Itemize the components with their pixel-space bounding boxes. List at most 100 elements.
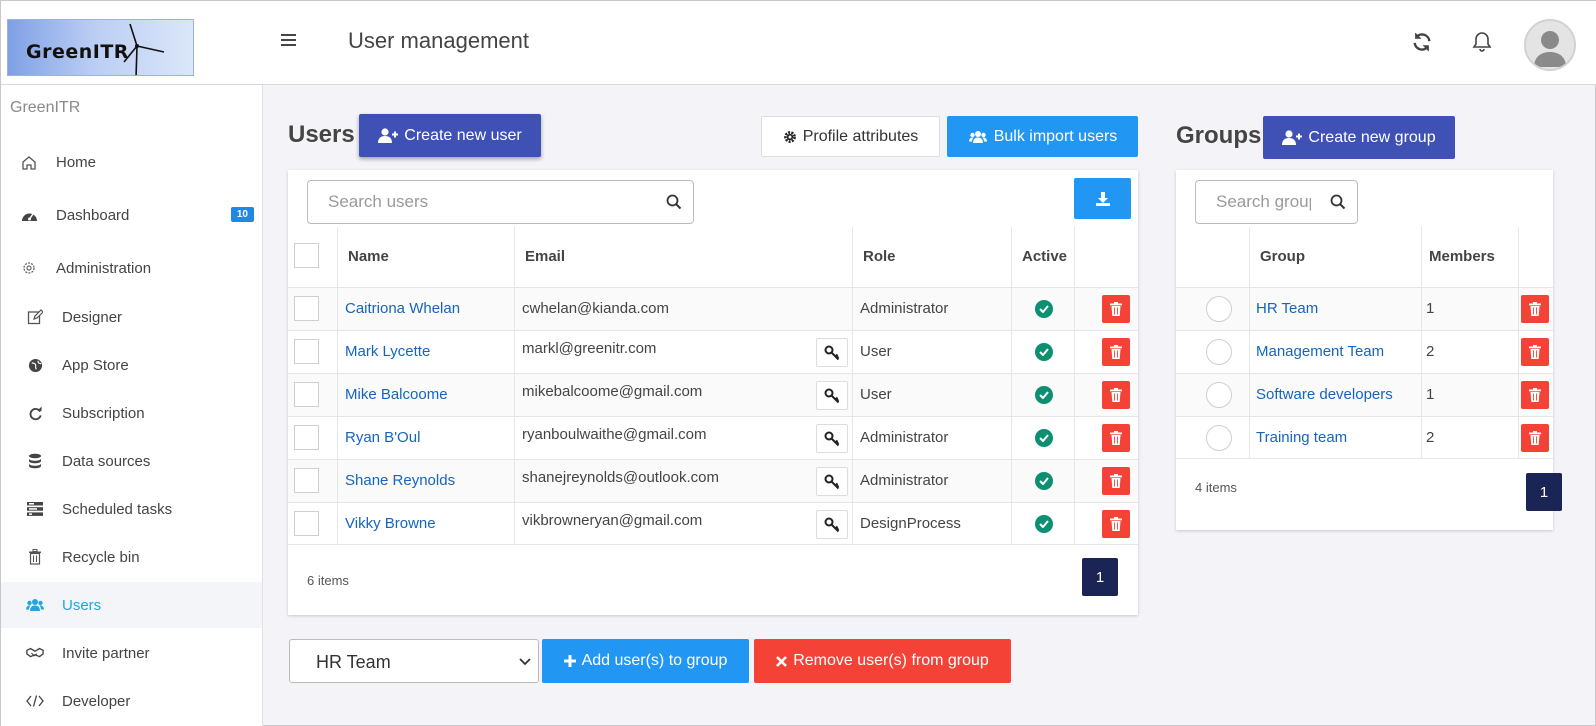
user-name-link[interactable]: Shane Reynolds [345, 472, 455, 489]
sidebar-item-home[interactable]: Home [1, 139, 262, 185]
sidebar-item-label: Users [62, 596, 102, 614]
reset-password-button[interactable] [816, 467, 848, 496]
search-groups-field[interactable] [1195, 180, 1358, 224]
refresh-icon [26, 404, 44, 422]
user-avatar[interactable] [1524, 19, 1576, 71]
user-name-link[interactable]: Mark Lycette [345, 343, 430, 360]
user-role: Administrator [860, 472, 949, 489]
delete-user-button[interactable] [1102, 510, 1130, 538]
edit-icon [26, 308, 44, 326]
key-icon [824, 431, 840, 446]
search-users-input[interactable] [328, 192, 658, 212]
group-name-link[interactable]: Training team [1256, 429, 1347, 446]
refresh-icon[interactable] [1407, 27, 1437, 57]
add-users-to-group-button[interactable]: Add user(s) to group [542, 639, 749, 683]
groups-page-1-button[interactable]: 1 [1526, 473, 1562, 511]
active-check-icon [1035, 429, 1053, 447]
group-members: 1 [1426, 300, 1435, 317]
sidebar-item-label: Data sources [62, 452, 151, 470]
delete-group-button[interactable] [1521, 295, 1549, 323]
group-radio[interactable] [1206, 339, 1232, 365]
key-icon [824, 345, 840, 360]
remove-users-from-group-label: Remove user(s) from group [793, 652, 989, 669]
sidebar-item-label: Administration [56, 259, 152, 277]
database-icon [26, 452, 44, 470]
search-groups-input[interactable] [1216, 192, 1311, 212]
user-email: mikebalcoome@gmail.com [522, 383, 703, 400]
group-radio[interactable] [1206, 296, 1232, 322]
delete-user-button[interactable] [1102, 424, 1130, 452]
column-header-role[interactable]: Role [863, 248, 896, 265]
user-name-link[interactable]: Ryan B'Oul [345, 429, 420, 446]
sidebar-item-recycle-bin[interactable]: Recycle bin [1, 534, 262, 580]
group-radio[interactable] [1206, 382, 1232, 408]
reset-password-button[interactable] [816, 510, 848, 539]
user-name-link[interactable]: Vikky Browne [345, 515, 436, 532]
delete-user-button[interactable] [1102, 295, 1130, 323]
download-button[interactable] [1074, 178, 1131, 219]
row-checkbox[interactable] [294, 296, 319, 321]
trash-icon [1110, 302, 1122, 316]
group-select[interactable]: HR Team [289, 639, 539, 683]
column-header-group[interactable]: Group [1260, 248, 1305, 265]
user-name-link[interactable]: Mike Balcoome [345, 386, 448, 403]
column-header-email[interactable]: Email [525, 248, 565, 265]
sidebar-item-dashboard[interactable]: Dashboard 10 [1, 192, 262, 238]
group-name-link[interactable]: Management Team [1256, 343, 1384, 360]
create-new-group-button[interactable]: Create new group [1263, 116, 1455, 159]
row-checkbox[interactable] [294, 468, 319, 493]
column-divider [1518, 227, 1519, 459]
sidebar-item-app-store[interactable]: App Store [1, 342, 262, 388]
users-page-1-button[interactable]: 1 [1082, 558, 1118, 596]
sidebar-item-designer[interactable]: Designer [1, 294, 262, 340]
handshake-icon [26, 644, 44, 662]
group-radio[interactable] [1206, 425, 1232, 451]
row-checkbox[interactable] [294, 339, 319, 364]
delete-group-button[interactable] [1521, 381, 1549, 409]
delete-group-button[interactable] [1521, 338, 1549, 366]
group-name-link[interactable]: Software developers [1256, 386, 1393, 403]
remove-users-from-group-button[interactable]: Remove user(s) from group [754, 639, 1011, 683]
group-members: 2 [1426, 343, 1435, 360]
column-divider [1421, 227, 1422, 459]
column-header-active[interactable]: Active [1022, 248, 1067, 265]
row-checkbox[interactable] [294, 382, 319, 407]
search-icon [666, 194, 682, 210]
row-checkbox[interactable] [294, 511, 319, 536]
delete-group-button[interactable] [1521, 424, 1549, 452]
user-role: Administrator [860, 300, 949, 317]
menu-toggle-icon[interactable] [281, 31, 301, 51]
row-checkbox[interactable] [294, 425, 319, 450]
sidebar-item-administration[interactable]: Administration [1, 245, 262, 291]
sidebar-item-scheduled-tasks[interactable]: Scheduled tasks [1, 486, 262, 532]
bell-icon[interactable] [1467, 27, 1497, 57]
sidebar-item-users[interactable]: Users [1, 582, 262, 628]
delete-user-button[interactable] [1102, 338, 1130, 366]
active-check-icon [1035, 300, 1053, 318]
search-users-field[interactable] [307, 180, 694, 224]
sidebar-item-label: Scheduled tasks [62, 500, 173, 518]
create-new-user-button[interactable]: Create new user [359, 114, 541, 157]
sidebar-item-invite-partner[interactable]: Invite partner [1, 630, 262, 676]
sidebar-item-subscription[interactable]: Subscription [1, 390, 262, 436]
reset-password-button[interactable] [816, 424, 848, 453]
user-name-link[interactable]: Caitriona Whelan [345, 300, 460, 317]
select-all-checkbox[interactable] [294, 243, 319, 268]
sidebar-item-label: Dashboard [56, 206, 130, 224]
column-divider [1011, 227, 1012, 545]
column-header-members[interactable]: Members [1429, 248, 1495, 265]
reset-password-button[interactable] [816, 381, 848, 410]
column-header-name[interactable]: Name [348, 248, 389, 265]
add-user-icon [1282, 130, 1303, 145]
delete-user-button[interactable] [1102, 467, 1130, 495]
profile-attributes-button[interactable]: Profile attributes [761, 116, 940, 157]
greenitr-logo[interactable]: GreenITR [7, 19, 194, 76]
user-role: DesignProcess [860, 515, 961, 532]
sidebar-item-data-sources[interactable]: Data sources [1, 438, 262, 484]
delete-user-button[interactable] [1102, 381, 1130, 409]
reset-password-button[interactable] [816, 338, 848, 367]
group-members: 2 [1426, 429, 1435, 446]
sidebar-item-developer[interactable]: Developer [1, 678, 262, 724]
group-name-link[interactable]: HR Team [1256, 300, 1318, 317]
bulk-import-users-button[interactable]: Bulk import users [947, 116, 1138, 157]
